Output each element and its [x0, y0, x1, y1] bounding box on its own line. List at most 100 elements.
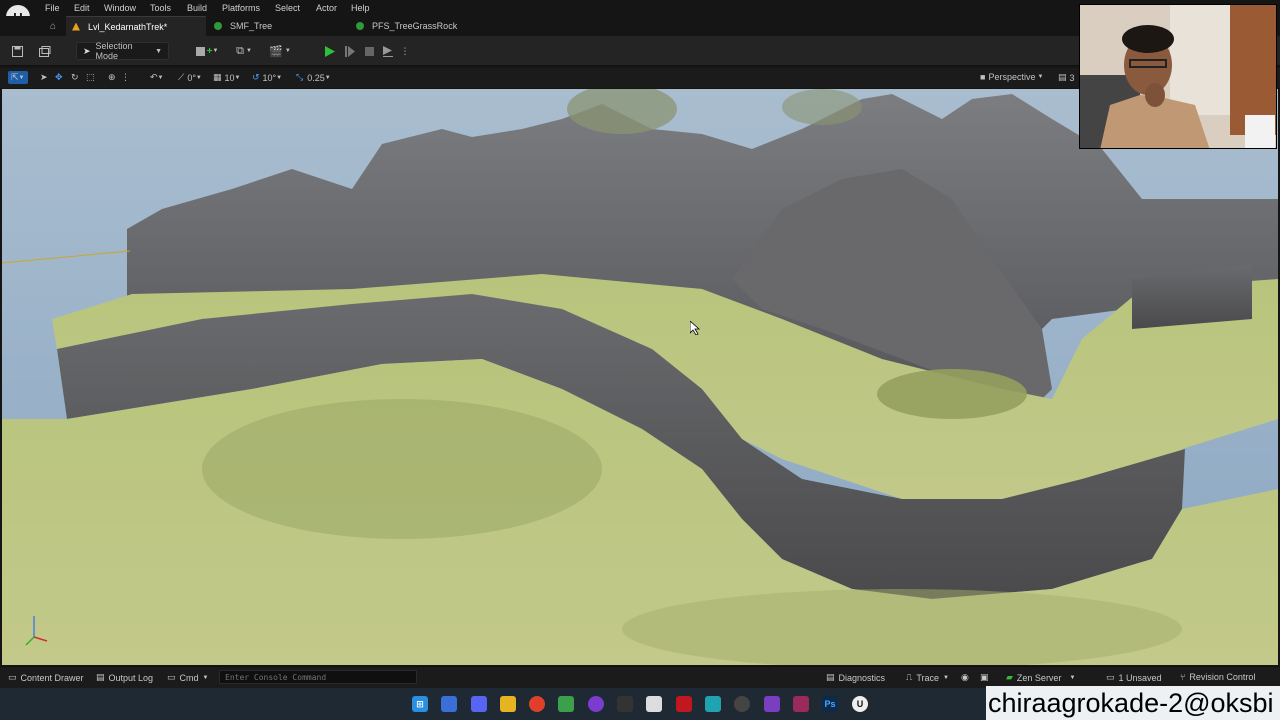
trace-label: Trace: [916, 672, 939, 683]
discord-icon[interactable]: [471, 696, 487, 712]
angle-snap-value: 10°: [262, 72, 277, 83]
grid-snap-value: 10: [224, 72, 235, 83]
level-viewport[interactable]: [2, 89, 1278, 665]
viewport-layout-button[interactable]: ▤ 3: [1058, 72, 1075, 83]
diagnostics-button[interactable]: ▤ Diagnostics: [826, 672, 885, 683]
teal-app-icon[interactable]: [705, 696, 721, 712]
selection-mode-dropdown[interactable]: ➤ Selection Mode ▼: [76, 41, 169, 61]
snipping-tool-icon[interactable]: [646, 696, 662, 712]
camera-icon: ■: [980, 72, 986, 82]
content-browser-icon[interactable]: [36, 42, 54, 60]
cmd-label: Cmd: [179, 672, 199, 683]
media-app-icon[interactable]: [793, 696, 809, 712]
outlook-icon[interactable]: [441, 696, 457, 712]
console-command-input[interactable]: [219, 670, 417, 684]
grid-snap-toggle[interactable]: ▦ 10 ▼: [213, 72, 240, 83]
cmd-dropdown[interactable]: ▭ Cmd ▼: [167, 672, 208, 683]
menu-build[interactable]: Build: [187, 3, 207, 13]
world-space-icon[interactable]: ⊕: [108, 72, 116, 83]
tab-pfs-tree-grass-rock[interactable]: PFS_TreeGrassRock: [350, 16, 510, 36]
terminal-icon: ▭: [167, 672, 176, 682]
cube-icon: [195, 46, 205, 56]
unsaved-label: 1 Unsaved: [1118, 672, 1162, 683]
github-icon[interactable]: [588, 696, 604, 712]
menu-edit[interactable]: Edit: [74, 3, 90, 13]
output-log-label: Output Log: [108, 672, 154, 683]
screenshot-icon[interactable]: ▣: [980, 672, 989, 683]
add-actor-button[interactable]: + ▼: [194, 42, 220, 60]
landscape-scene[interactable]: [2, 89, 1278, 665]
content-drawer-button[interactable]: ▭ Content Drawer: [8, 672, 84, 683]
viewport-number: 3: [1069, 72, 1075, 83]
clapperboard-icon: 🎬: [269, 45, 283, 58]
photoshop-icon[interactable]: Ps: [822, 696, 838, 712]
menu-tools[interactable]: Tools: [150, 3, 171, 13]
save-icon[interactable]: [8, 42, 26, 60]
layout-icon: ▤: [1058, 72, 1067, 82]
advance-frame-button[interactable]: [342, 42, 358, 60]
file-explorer-icon[interactable]: [500, 696, 516, 712]
home-icon[interactable]: ⌂: [50, 21, 56, 32]
menu-file[interactable]: File: [45, 3, 60, 13]
output-log-button[interactable]: ▤ Output Log: [96, 672, 153, 683]
blueprint-button[interactable]: ⧉ ▼: [230, 42, 258, 60]
webcam-person-image: [1080, 5, 1276, 148]
menu-select[interactable]: Select: [275, 3, 300, 13]
view-mode-label: Perspective: [988, 72, 1036, 82]
tab-smf-tree[interactable]: SMF_Tree: [208, 16, 348, 36]
red-app-icon[interactable]: [676, 696, 692, 712]
menu-actor[interactable]: Actor: [316, 3, 337, 13]
transform-mode-menu[interactable]: ⇱ ▼: [8, 71, 28, 84]
selection-mode-label: Selection Mode: [95, 41, 133, 61]
eject-button[interactable]: [380, 42, 396, 60]
more-icon[interactable]: ⋮: [121, 72, 130, 83]
log-icon: ▤: [96, 672, 105, 682]
zen-server-label: Zen Server: [1016, 672, 1062, 683]
notepad-icon[interactable]: [558, 696, 574, 712]
tab-label: SMF_Tree: [230, 21, 273, 31]
level-icon: [72, 22, 80, 31]
play-button[interactable]: [322, 42, 338, 60]
scale-icon[interactable]: ⬚: [86, 72, 95, 83]
chrome-icon[interactable]: [529, 696, 545, 712]
record-icon[interactable]: ◉: [961, 672, 969, 683]
menu-help[interactable]: Help: [351, 3, 370, 13]
server-icon: ▰: [1006, 672, 1013, 682]
revision-icon: ⑂: [1180, 672, 1186, 682]
unreal-engine-icon[interactable]: U: [852, 696, 868, 712]
tab-level[interactable]: Lvl_KedarnathTrek*: [66, 16, 206, 36]
scale-snap-value: 0.25: [307, 72, 325, 83]
surface-snap-icon[interactable]: ↶ ▼: [150, 72, 164, 83]
material-function-icon: [356, 22, 364, 30]
perspective-dropdown[interactable]: ■ Perspective ▼: [980, 72, 1043, 82]
more-options-icon[interactable]: ⋮: [399, 42, 411, 60]
trace-button[interactable]: ⎍ Trace ▼: [906, 672, 949, 683]
menu-platforms[interactable]: Platforms: [222, 3, 260, 13]
tab-label: Lvl_KedarnathTrek*: [88, 21, 168, 32]
windows-start-icon[interactable]: ⊞: [412, 696, 428, 712]
zen-server-button[interactable]: ▰ Zen Server ▼: [1006, 672, 1075, 683]
stop-button[interactable]: [362, 42, 376, 60]
menu-window[interactable]: Window: [104, 3, 136, 13]
eject-icon: [382, 45, 393, 57]
revision-control-button[interactable]: ⑂ Revision Control: [1180, 672, 1255, 682]
payment-id-watermark: chiraagrokade-2@oksbi: [986, 686, 1280, 720]
obs-icon[interactable]: [734, 696, 750, 712]
content-drawer-label: Content Drawer: [20, 672, 84, 683]
translate-icon[interactable]: ✥: [55, 72, 63, 83]
unsaved-button[interactable]: ▭ 1 Unsaved: [1106, 672, 1162, 683]
cursor-icon: ➤: [83, 45, 91, 56]
diagnostics-label: Diagnostics: [838, 672, 886, 683]
rotation-snap-toggle[interactable]: ⟋ 0° ▼: [178, 72, 202, 83]
blueprint-icon: ⧉: [236, 44, 244, 57]
step-icon: [345, 45, 355, 57]
select-icon[interactable]: ➤: [40, 72, 48, 83]
angle-snap-toggle[interactable]: ↺ 10° ▼: [252, 72, 282, 83]
terminal-app-icon[interactable]: [617, 696, 633, 712]
visual-studio-icon[interactable]: [764, 696, 780, 712]
cinematics-button[interactable]: 🎬 ▼: [266, 42, 294, 60]
angle-icon: ↺: [252, 72, 260, 82]
mouse-cursor-icon: [690, 321, 700, 335]
rotate-icon[interactable]: ↻: [71, 72, 79, 83]
scale-snap-toggle[interactable]: ⤡ 0.25 ▼: [296, 72, 331, 83]
